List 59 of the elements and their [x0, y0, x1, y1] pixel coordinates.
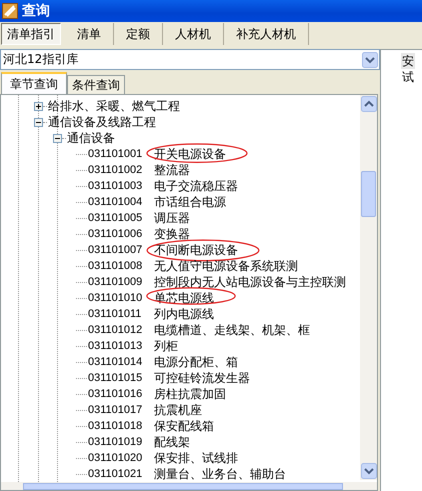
app-icon [2, 3, 18, 19]
item-code[interactable]: 031101009 [88, 276, 154, 288]
item-code[interactable]: 031101006 [88, 228, 154, 240]
item-code[interactable]: 031101008 [88, 260, 154, 272]
tree-item[interactable]: 控制段内无人站电源设备与主控联测 [154, 274, 346, 290]
expander-icon[interactable] [53, 134, 62, 142]
scroll-thumb[interactable] [23, 483, 343, 490]
expander-icon[interactable] [34, 118, 43, 126]
expander-icon[interactable] [34, 102, 43, 110]
item-code[interactable]: 031101013 [88, 340, 154, 352]
tree-item[interactable]: 给排水、采暖、燃气工程 [48, 98, 180, 114]
tree-item[interactable]: 整流器 [154, 162, 190, 178]
item-code[interactable]: 031101021 [88, 468, 154, 480]
item-code[interactable]: 031101020 [88, 452, 154, 464]
item-code[interactable]: 031101016 [88, 388, 154, 400]
tree-item[interactable]: 调压器 [154, 210, 190, 226]
item-code[interactable]: 031101004 [88, 196, 154, 208]
item-code[interactable]: 031101002 [88, 164, 154, 176]
tree-item[interactable]: 变换器 [154, 226, 190, 242]
tab[interactable]: 章节查询 [1, 72, 67, 94]
tree-item[interactable]: 电源分配柜、箱 [154, 354, 238, 370]
library-dropdown[interactable]: 河北12指引库 [0, 49, 380, 70]
tree-item[interactable]: 房柱抗震加固 [154, 386, 226, 402]
item-code[interactable]: 031101012 [88, 324, 154, 336]
tree-item[interactable]: 列内电源线 [154, 306, 214, 322]
horizontal-scrollbar[interactable] [1, 482, 377, 490]
tree-item[interactable]: 配线架 [154, 434, 190, 450]
item-code[interactable]: 031101005 [88, 212, 154, 224]
window-title: 查询 [22, 2, 50, 20]
item-code[interactable]: 031101001 [88, 148, 154, 160]
scroll-up-icon[interactable] [360, 96, 376, 112]
tab[interactable]: 清单指引 [1, 23, 61, 45]
item-code[interactable]: 031101010 [88, 292, 154, 304]
scroll-thumb[interactable] [361, 171, 376, 217]
tree-item[interactable]: 列柜 [154, 338, 178, 354]
tree-item[interactable]: 电缆槽道、走线架、机架、框 [154, 322, 310, 338]
tree-item[interactable]: 保安配线箱 [154, 418, 214, 434]
tree-item[interactable]: 通信设备及线路工程 [48, 114, 156, 130]
item-code[interactable]: 031101003 [88, 180, 154, 192]
scroll-down-icon[interactable] [360, 463, 376, 479]
tab[interactable]: 条件查询 [67, 75, 125, 94]
item-code[interactable]: 031101014 [88, 356, 154, 368]
tree-item[interactable]: 电子交流稳压器 [154, 178, 238, 194]
item-code[interactable]: 031101017 [88, 404, 154, 416]
item-code[interactable]: 031101018 [88, 420, 154, 432]
tree-item[interactable]: 无人值守电源设备系统联测 [154, 258, 298, 274]
tree-item[interactable]: 保安排、试线排 [154, 450, 238, 466]
tree-item[interactable]: 安 [401, 53, 415, 69]
tree-item[interactable]: 通信设备 [67, 130, 115, 146]
tree-item[interactable]: 试 [401, 69, 415, 85]
tree-item[interactable]: 市话组合电源 [154, 194, 226, 210]
tree-item[interactable]: 可控硅铃流发生器 [154, 370, 250, 386]
vertical-scrollbar[interactable] [360, 95, 377, 480]
item-code[interactable]: 031101019 [88, 436, 154, 448]
item-code[interactable]: 031101011 [88, 308, 154, 320]
item-code[interactable]: 031101007 [88, 244, 154, 256]
tree-item[interactable]: 抗震机座 [154, 402, 202, 418]
item-code[interactable]: 031101015 [88, 372, 154, 384]
tree-item[interactable]: 测量台、业务台、辅助台 [154, 466, 286, 482]
